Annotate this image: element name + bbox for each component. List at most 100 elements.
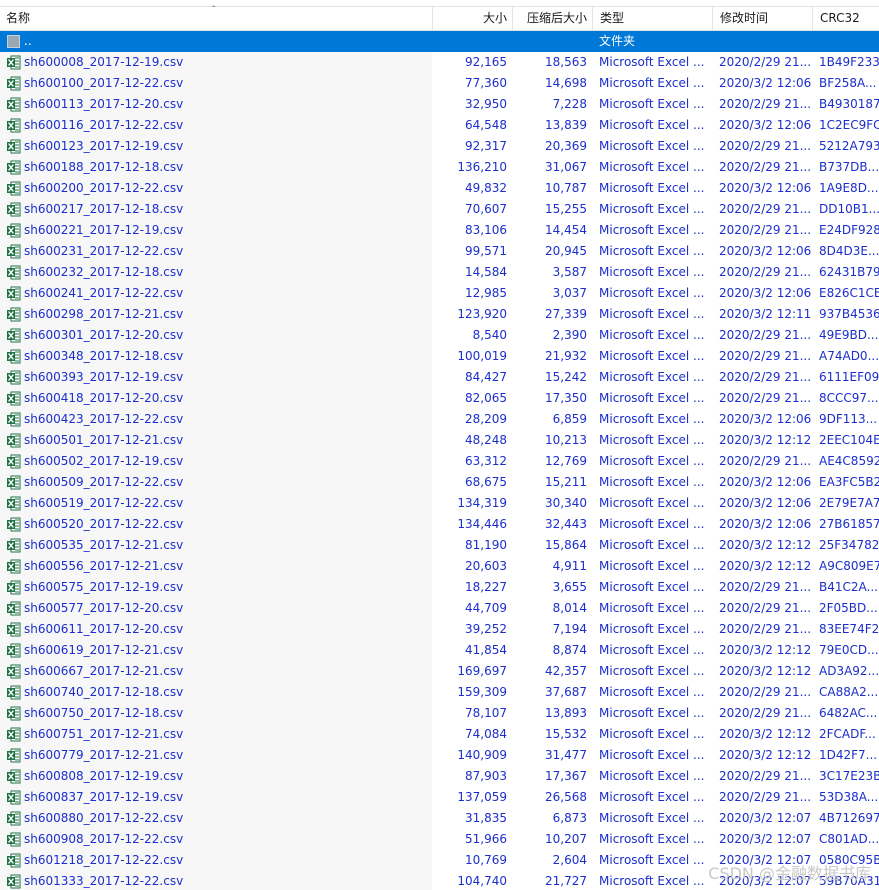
file-comp-cell: 20,945 <box>545 244 587 258</box>
file-row[interactable]: sh600779_2017-12-21.csv 140,909 31,477 Micr… <box>0 745 879 766</box>
file-row[interactable]: sh600008_2017-12-19.csv 92,165 18,563 Micro… <box>0 52 879 73</box>
file-comp-cell: 3,037 <box>552 286 587 300</box>
file-row[interactable]: sh600667_2017-12-21.csv 169,697 42,357 Micr… <box>0 661 879 682</box>
file-row[interactable]: sh600751_2017-12-21.csv 74,084 15,532 Micro… <box>0 724 879 745</box>
file-row[interactable]: sh600423_2017-12-22.csv 28,209 6,859 Micros… <box>0 409 879 430</box>
file-row[interactable]: sh600393_2017-12-19.csv 84,427 15,242 Micro… <box>0 367 879 388</box>
file-row[interactable]: sh600611_2017-12-20.csv 39,252 7,194 Micros… <box>0 619 879 640</box>
file-name-cell: sh600501_2017-12-21.csv <box>24 433 184 447</box>
file-row[interactable]: sh600123_2017-12-19.csv 92,317 20,369 Micro… <box>0 136 879 157</box>
file-row[interactable]: sh600556_2017-12-21.csv 20,603 4,911 Micros… <box>0 556 879 577</box>
file-row[interactable]: sh600232_2017-12-18.csv 14,584 3,587 Micros… <box>0 262 879 283</box>
file-type-cell: Microsoft Excel ... <box>599 286 705 300</box>
column-header-compressed-size[interactable]: 压缩后大小 <box>512 7 592 30</box>
file-crc-cell: 9DF113... <box>819 412 878 426</box>
file-row[interactable]: sh600619_2017-12-21.csv 41,854 8,874 Micros… <box>0 640 879 661</box>
file-name-cell: sh600837_2017-12-19.csv <box>24 790 184 804</box>
file-row[interactable]: sh600348_2017-12-18.csv 100,019 21,932 Micr… <box>0 346 879 367</box>
file-comp-cell: 3,587 <box>552 265 587 279</box>
file-type-cell: Microsoft Excel ... <box>599 496 705 510</box>
file-name-cell: sh600750_2017-12-18.csv <box>24 706 184 720</box>
column-header: 名称 大小 压缩后大小 类型 修改时间 CRC32 <box>0 7 879 31</box>
file-name-cell: sh600611_2017-12-20.csv <box>24 622 184 636</box>
file-row[interactable]: sh600908_2017-12-22.csv 51,966 10,207 Micro… <box>0 829 879 850</box>
file-mod-cell: 2020/3/2 12:12 <box>719 748 812 762</box>
column-header-type[interactable]: 类型 <box>592 7 712 30</box>
file-row[interactable]: sh600740_2017-12-18.csv 159,309 37,687 Micr… <box>0 682 879 703</box>
file-crc-cell: A74AD0... <box>819 349 879 363</box>
file-size-cell: 39,252 <box>465 622 507 636</box>
file-name-cell: sh600779_2017-12-21.csv <box>24 748 184 762</box>
column-header-crc32[interactable]: CRC32 <box>812 7 879 30</box>
file-mod-cell: 2020/2/29 21... <box>719 685 812 699</box>
file-row[interactable]: sh600519_2017-12-22.csv 134,319 30,340 Micr… <box>0 493 879 514</box>
column-header-name[interactable]: 名称 <box>0 7 432 30</box>
file-mod-cell: 2020/2/29 21... <box>719 160 812 174</box>
file-type-cell: Microsoft Excel ... <box>599 622 705 636</box>
file-mod-cell: 2020/3/2 12:07 <box>719 811 812 825</box>
file-row[interactable]: sh600501_2017-12-21.csv 48,248 10,213 Micro… <box>0 430 879 451</box>
file-comp-cell: 7,228 <box>552 97 587 111</box>
file-row[interactable]: sh600837_2017-12-19.csv 137,059 26,568 Micr… <box>0 787 879 808</box>
file-crc-cell: 6482AC... <box>819 706 878 720</box>
file-size-cell: 14,584 <box>465 265 507 279</box>
file-row[interactable]: sh600750_2017-12-18.csv 78,107 13,893 Micro… <box>0 703 879 724</box>
file-type-cell: Microsoft Excel ... <box>599 475 705 489</box>
file-size-cell: 63,312 <box>465 454 507 468</box>
file-comp-cell: 21,932 <box>545 349 587 363</box>
file-name-cell: sh600123_2017-12-19.csv <box>24 139 184 153</box>
file-row[interactable]: sh600116_2017-12-22.csv 64,548 13,839 Micro… <box>0 115 879 136</box>
file-type-cell: Microsoft Excel ... <box>599 181 705 195</box>
file-row[interactable]: sh600575_2017-12-19.csv 18,227 3,655 Micros… <box>0 577 879 598</box>
file-name-cell: sh600232_2017-12-18.csv <box>24 265 184 279</box>
file-row[interactable]: sh600577_2017-12-20.csv 44,709 8,014 Micros… <box>0 598 879 619</box>
file-mod-cell: 2020/2/29 21... <box>719 706 812 720</box>
file-mod-cell: 2020/2/29 21... <box>719 769 812 783</box>
file-crc-cell: 6111EF09 <box>819 370 879 384</box>
file-size-cell: 20,603 <box>465 559 507 573</box>
column-header-modified[interactable]: 修改时间 <box>712 7 812 30</box>
file-crc-cell: 49E9BD... <box>819 328 879 342</box>
file-row[interactable]: sh600535_2017-12-21.csv 81,190 15,864 Micro… <box>0 535 879 556</box>
file-type-cell: Microsoft Excel ... <box>599 349 705 363</box>
column-header-size[interactable]: 大小 <box>432 7 512 30</box>
file-comp-cell: 4,911 <box>552 559 587 573</box>
file-size-cell: 49,832 <box>465 181 507 195</box>
file-row[interactable]: sh600100_2017-12-22.csv 77,360 14,698 Micro… <box>0 73 879 94</box>
file-row[interactable]: sh600217_2017-12-18.csv 70,607 15,255 Micro… <box>0 199 879 220</box>
file-comp-cell: 13,893 <box>545 706 587 720</box>
file-crc-cell: 8D4D3E... <box>819 244 879 258</box>
file-row[interactable]: sh600418_2017-12-20.csv 82,065 17,350 Micro… <box>0 388 879 409</box>
file-row[interactable]: sh600502_2017-12-19.csv 63,312 12,769 Micro… <box>0 451 879 472</box>
file-type-cell: Microsoft Excel ... <box>599 853 705 867</box>
file-type-cell: Microsoft Excel ... <box>599 202 705 216</box>
file-crc-cell: 25F34782 <box>819 538 879 552</box>
file-row[interactable]: sh600231_2017-12-22.csv 99,571 20,945 Micro… <box>0 241 879 262</box>
file-type-cell: Microsoft Excel ... <box>599 391 705 405</box>
file-row[interactable]: sh600808_2017-12-19.csv 87,903 17,367 Micro… <box>0 766 879 787</box>
file-name-cell: sh600509_2017-12-22.csv <box>24 475 184 489</box>
file-type-cell: Microsoft Excel ... <box>599 685 705 699</box>
file-row[interactable]: sh600188_2017-12-18.csv 136,210 31,067 Micr… <box>0 157 879 178</box>
parent-folder-row[interactable]: .. 文件夹 <box>0 31 879 52</box>
file-size-cell: 48,248 <box>465 433 507 447</box>
file-name-cell: sh601333_2017-12-22.csv <box>24 874 184 888</box>
file-row[interactable]: sh600509_2017-12-22.csv 68,675 15,211 Micro… <box>0 472 879 493</box>
file-comp-cell: 7,194 <box>552 622 587 636</box>
file-row[interactable]: sh600520_2017-12-22.csv 134,446 32,443 Micr… <box>0 514 879 535</box>
file-row[interactable]: sh600241_2017-12-22.csv 12,985 3,037 Micros… <box>0 283 879 304</box>
file-row[interactable]: sh600221_2017-12-19.csv 83,106 14,454 Micro… <box>0 220 879 241</box>
file-row[interactable]: sh600200_2017-12-22.csv 49,832 10,787 Micro… <box>0 178 879 199</box>
file-mod-cell: 2020/2/29 21... <box>719 622 812 636</box>
file-row[interactable]: sh600113_2017-12-20.csv 32,950 7,228 Micros… <box>0 94 879 115</box>
file-row[interactable]: sh600298_2017-12-21.csv 123,920 27,339 Micr… <box>0 304 879 325</box>
file-type-cell: Microsoft Excel ... <box>599 580 705 594</box>
file-name-cell: sh600535_2017-12-21.csv <box>24 538 184 552</box>
file-size-cell: 136,210 <box>457 160 507 174</box>
file-mod-cell: 2020/3/2 12:06 <box>719 181 812 195</box>
file-row[interactable]: sh600301_2017-12-20.csv 8,540 2,390 Microso… <box>0 325 879 346</box>
file-row[interactable]: sh600880_2017-12-22.csv 31,835 6,873 Micros… <box>0 808 879 829</box>
file-name-cell: sh600519_2017-12-22.csv <box>24 496 184 510</box>
file-size-cell: 41,854 <box>465 643 507 657</box>
file-crc-cell: E826C1CE <box>819 286 879 300</box>
